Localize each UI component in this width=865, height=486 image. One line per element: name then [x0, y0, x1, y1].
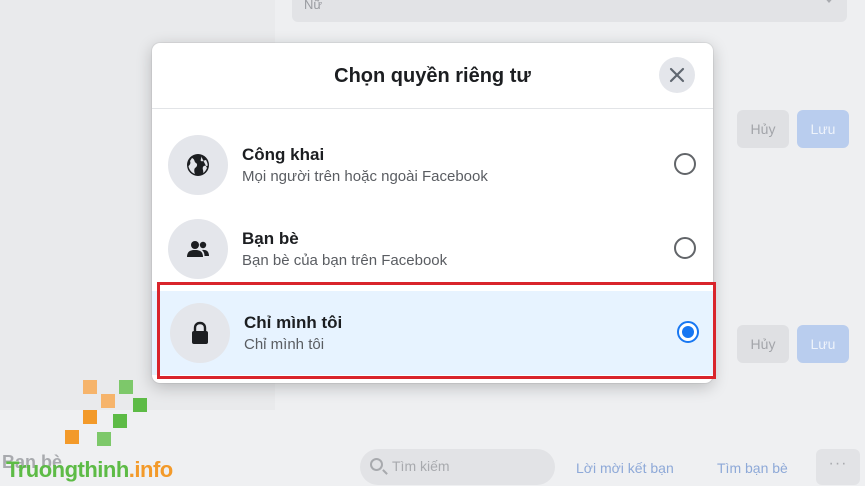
- option-description: Mọi người trên hoặc ngoài Facebook: [242, 168, 488, 185]
- search-icon: [370, 458, 383, 471]
- option-label: Bạn bè: [242, 229, 299, 248]
- lock-icon: [192, 321, 208, 344]
- caret-down-icon: [823, 0, 835, 3]
- globe-icon: [187, 154, 209, 176]
- option-label: Công khai: [242, 145, 325, 164]
- more-options-button[interactable]: ···: [816, 449, 860, 485]
- privacy-option-friends[interactable]: Bạn bè Bạn bè của bạn trên Facebook: [152, 207, 713, 291]
- friends-search-input[interactable]: Tìm kiếm: [360, 449, 555, 485]
- search-placeholder: Tìm kiếm: [392, 458, 450, 474]
- privacy-dialog: Chọn quyền riêng tư Công khai Mọi người …: [152, 43, 713, 383]
- radio-button-only-me[interactable]: [677, 321, 699, 343]
- option-description: Bạn bè của bạn trên Facebook: [242, 252, 448, 269]
- option-description: Chỉ mình tôi: [244, 336, 325, 353]
- watermark-logo-icon: [65, 380, 147, 446]
- dialog-header: Chọn quyền riêng tư: [152, 43, 713, 109]
- save-button[interactable]: Lưu: [797, 110, 849, 148]
- cancel-button[interactable]: Hủy: [737, 110, 789, 148]
- close-icon: [669, 67, 685, 83]
- radio-button-friends[interactable]: [674, 237, 696, 259]
- dialog-title: Chọn quyền riêng tư: [334, 65, 531, 87]
- gender-select[interactable]: Nữ: [292, 0, 847, 22]
- privacy-option-only-me[interactable]: Chỉ mình tôi Chỉ mình tôi: [152, 291, 713, 375]
- friends-icon: [187, 241, 209, 257]
- privacy-option-public[interactable]: Công khai Mọi người trên hoặc ngoài Face…: [152, 123, 713, 207]
- friend-requests-link[interactable]: Lời mời kết bạn: [576, 460, 674, 476]
- watermark-text: Truongthinh.info: [6, 457, 173, 482]
- save-button-2[interactable]: Lưu: [797, 325, 849, 363]
- gender-select-value: Nữ: [304, 0, 323, 12]
- close-button[interactable]: [659, 57, 695, 93]
- option-label: Chỉ mình tôi: [244, 313, 343, 332]
- cancel-button-2[interactable]: Hủy: [737, 325, 789, 363]
- radio-button-public[interactable]: [674, 153, 696, 175]
- find-friends-link[interactable]: Tìm bạn bè: [717, 460, 788, 476]
